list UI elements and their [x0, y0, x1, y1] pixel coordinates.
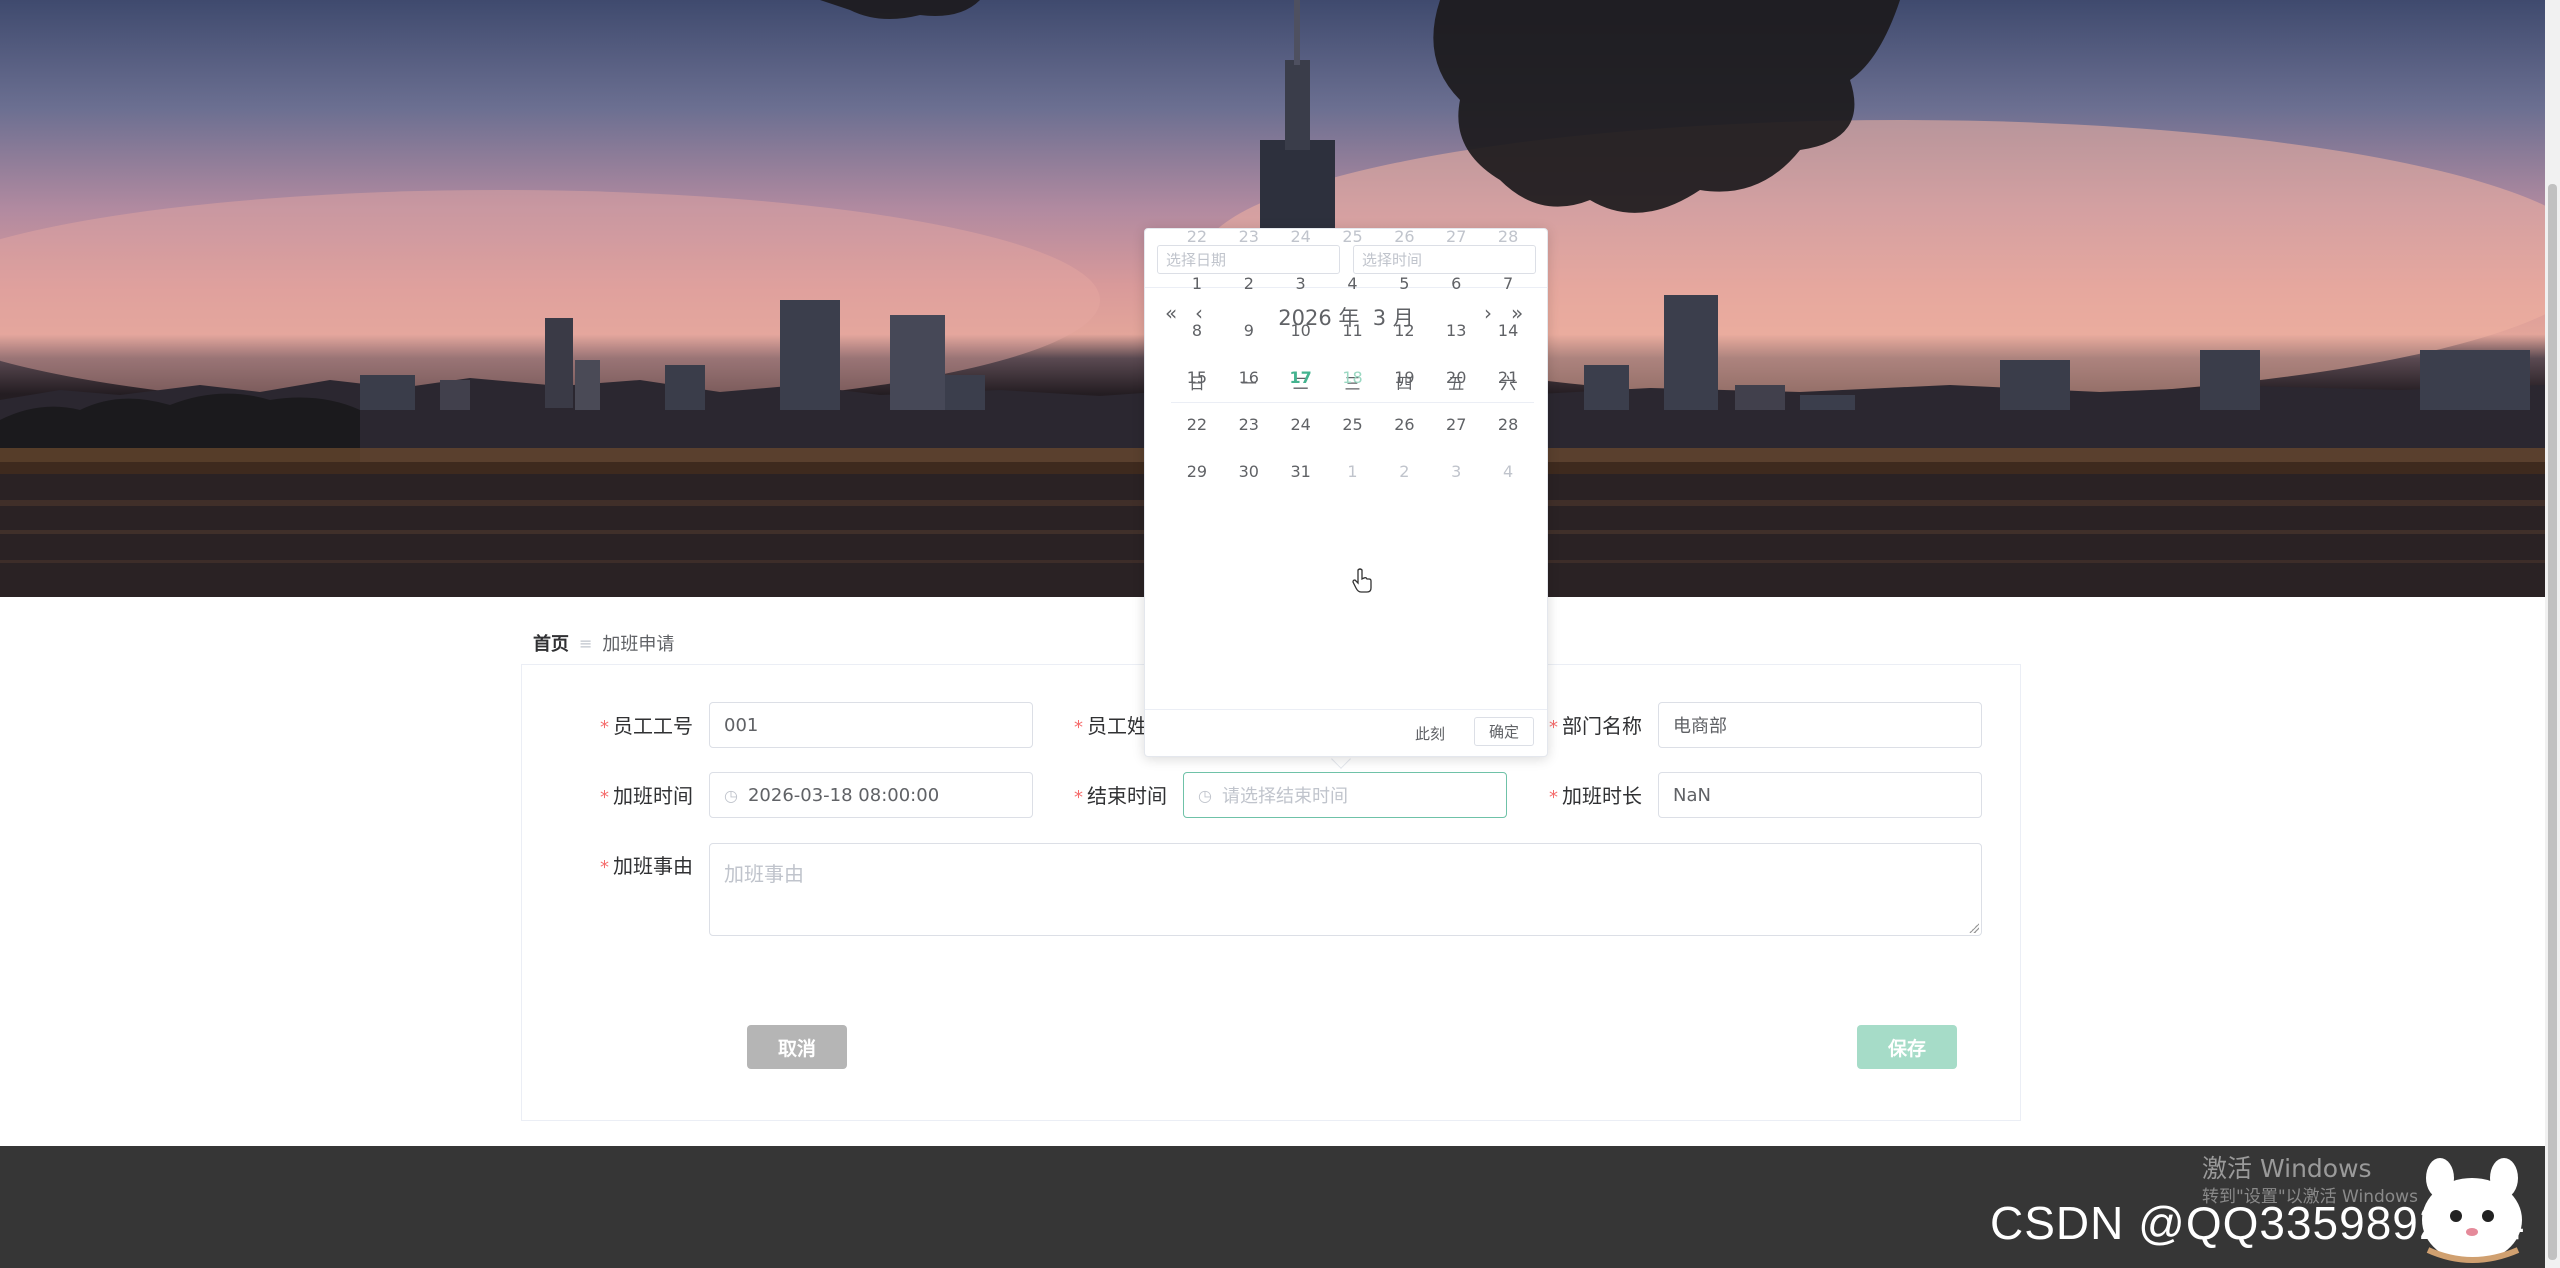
calendar-day-cell[interactable]: 26 [1378, 415, 1430, 434]
calendar-day-cell[interactable]: 8 [1171, 321, 1223, 340]
calendar-week-row: 22 23 24 25 26 27 28 [1171, 227, 1534, 246]
save-button[interactable]: 保存 [1857, 1025, 1957, 1069]
cancel-button[interactable]: 取消 [747, 1025, 847, 1069]
mascot-sticker-icon [2422, 1158, 2522, 1263]
employee-id-label: * 员工工号 [600, 714, 693, 738]
duration-label: * 加班时长 [1549, 784, 1642, 808]
weekday-divider [1171, 402, 1534, 403]
calendar-day-cell[interactable]: 29 [1171, 462, 1223, 481]
end-time-picker-input[interactable]: ◷ 请选择结束时间 [1183, 772, 1507, 818]
reason-label: * 加班事由 [600, 854, 693, 878]
windows-activation-title: 激活 Windows [2202, 1154, 2372, 1183]
calendar-day-cell[interactable]: 31 [1275, 462, 1327, 481]
calendar-day-cell[interactable]: 4 [1482, 462, 1534, 481]
calendar-day-cell[interactable]: 11 [1327, 321, 1379, 340]
calendar-day-cell[interactable]: 5 [1378, 274, 1430, 293]
calendar-day-cell[interactable]: 14 [1482, 321, 1534, 340]
calendar-day-cell[interactable]: 28 [1482, 415, 1534, 434]
calendar-day-cell[interactable]: 24 [1275, 415, 1327, 434]
now-button[interactable]: 此刻 [1415, 723, 1445, 744]
breadcrumb-separator-icon: ≡ [579, 633, 593, 653]
reason-textarea[interactable]: 加班事由 [709, 843, 1982, 936]
end-time-label: * 结束时间 [1074, 784, 1167, 808]
calendar-day-cell[interactable]: 3 [1430, 462, 1482, 481]
calendar-day-cell[interactable]: 9 [1223, 321, 1275, 340]
start-time-picker-input[interactable]: ◷ 2026-03-18 08:00:00 [709, 772, 1033, 818]
hand-pointer-cursor-icon [1352, 568, 1372, 593]
confirm-button[interactable]: 确定 [1474, 717, 1534, 746]
department-label: * 部门名称 [1549, 714, 1642, 738]
calendar-day-cell[interactable]: 2 [1223, 274, 1275, 293]
resize-grip-icon[interactable] [1969, 923, 1979, 933]
calendar-day-cell[interactable]: 27 [1430, 415, 1482, 434]
clock-icon: ◷ [1198, 785, 1212, 805]
calendar-week-row: 1234567 [1171, 274, 1534, 293]
page-scrollbar-thumb[interactable] [2548, 184, 2557, 1260]
picker-time-input[interactable]: 选择时间 [1353, 245, 1536, 274]
duration-input[interactable]: NaN [1658, 772, 1982, 818]
start-time-label: * 加班时间 [600, 784, 693, 808]
calendar-day-cell[interactable]: 28 [1482, 227, 1534, 246]
calendar-day-cell[interactable]: 26 [1378, 227, 1430, 246]
datetime-picker-popover: 选择日期 选择时间 « ‹ 2026 年 3 月 › » 日一二三四五六 22 2… [1144, 227, 1548, 757]
calendar-day-cell[interactable]: 12 [1378, 321, 1430, 340]
calendar-day-cell[interactable]: 24 [1275, 227, 1327, 246]
calendar-week-row: 15 16 17 18 19 20 21 [1171, 368, 1534, 387]
calendar-day-cell[interactable]: 16 [1223, 368, 1275, 387]
calendar-day-cell[interactable]: 1 [1171, 274, 1223, 293]
breadcrumb-current: 加班申请 [602, 634, 675, 655]
calendar-day-cell[interactable]: 21 [1482, 368, 1534, 387]
calendar-day-cell[interactable]: 22 [1171, 415, 1223, 434]
breadcrumb-home-link[interactable]: 首页 [533, 630, 569, 656]
breadcrumb: 首页 ≡ 加班申请 [533, 630, 674, 656]
calendar-day-cell[interactable]: 23 [1223, 227, 1275, 246]
employee-name-label: * 员工姓 [1074, 714, 1147, 738]
department-input[interactable]: 电商部 [1658, 702, 1982, 748]
calendar-day-cell[interactable]: 1 [1327, 462, 1379, 481]
clock-icon: ◷ [724, 785, 738, 805]
calendar-day-cell[interactable]: 25 [1327, 415, 1379, 434]
calendar-day-cell[interactable]: 18 [1327, 368, 1379, 387]
calendar-day-cell[interactable]: 15 [1171, 368, 1223, 387]
calendar-day-cell[interactable]: 2 [1378, 462, 1430, 481]
calendar-day-cell[interactable]: 7 [1482, 274, 1534, 293]
calendar-week-row: 8 9 10 11 12 13 14 [1171, 321, 1534, 340]
calendar-day-cell[interactable]: 13 [1430, 321, 1482, 340]
calendar-day-cell[interactable]: 6 [1430, 274, 1482, 293]
picker-footer-divider [1145, 709, 1547, 710]
picker-date-input[interactable]: 选择日期 [1157, 245, 1340, 274]
calendar-day-cell[interactable]: 27 [1430, 227, 1482, 246]
calendar-day-cell[interactable]: 4 [1327, 274, 1379, 293]
employee-id-input[interactable]: 001 [709, 702, 1033, 748]
calendar-day-cell[interactable]: 19 [1378, 368, 1430, 387]
calendar-day-cell[interactable]: 22 [1171, 227, 1223, 246]
calendar-day-cell[interactable]: 30 [1223, 462, 1275, 481]
calendar-week-row: 29 30 31 1 2 3 4 [1171, 462, 1534, 481]
calendar-day-cell[interactable]: 10 [1275, 321, 1327, 340]
calendar-day-cell[interactable]: 3 [1275, 274, 1327, 293]
calendar-day-cell[interactable]: 20 [1430, 368, 1482, 387]
calendar-day-cell[interactable]: 23 [1223, 415, 1275, 434]
calendar-week-row: 22 23 24 25 26 27 28 [1171, 415, 1534, 434]
calendar-day-cell[interactable]: 25 [1327, 227, 1379, 246]
calendar-day-cell[interactable]: 17 [1275, 368, 1327, 387]
